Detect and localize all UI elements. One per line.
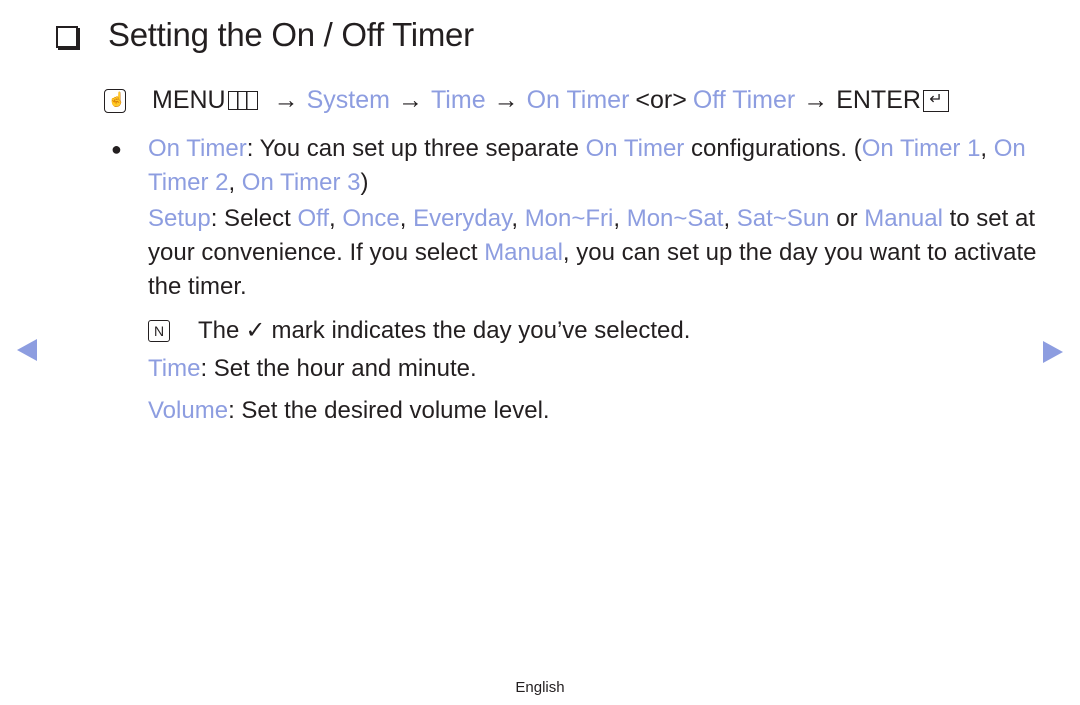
menu-label: MENU bbox=[152, 86, 226, 114]
previous-page-arrow-icon[interactable] bbox=[17, 339, 37, 361]
volume-item: Volume: Set the desired volume level. bbox=[148, 397, 550, 424]
setup-paragraph: Setup: Select Off, Once, Everyday, Mon~F… bbox=[148, 205, 1037, 300]
on-timer-paragraph: On Timer: You can set up three separate … bbox=[148, 135, 1026, 196]
footer-language: English bbox=[515, 679, 565, 696]
menu-path: MENU → System → Time → On Timer <or> Off… bbox=[104, 86, 949, 115]
checkbox-square-icon bbox=[56, 26, 78, 48]
arrow: → bbox=[397, 86, 423, 114]
arrow: → bbox=[493, 86, 519, 114]
page-title: Setting the On / Off Timer bbox=[108, 16, 474, 53]
enter-label: ENTER bbox=[836, 86, 921, 114]
note: N The ✓ mark indicates the day you’ve se… bbox=[148, 314, 1038, 348]
enter-icon: ↵ bbox=[922, 89, 949, 112]
content-body: ● On Timer: You can set up three separat… bbox=[111, 132, 1038, 428]
time-item: Time: Set the hour and minute. bbox=[148, 355, 477, 382]
menu-grid-icon bbox=[227, 91, 258, 110]
path-or: <or> bbox=[635, 86, 687, 114]
path-system: System bbox=[306, 86, 390, 114]
arrow: → bbox=[803, 86, 829, 114]
path-off-timer: Off Timer bbox=[692, 86, 796, 114]
om-remote-icon bbox=[104, 88, 126, 113]
path-on-timer: On Timer bbox=[526, 86, 630, 114]
bullet-icon: ● bbox=[111, 139, 122, 159]
arrow: → bbox=[273, 86, 299, 114]
path-time: Time bbox=[430, 86, 486, 114]
note-icon: N bbox=[148, 320, 170, 342]
checkmark-icon: ✓ bbox=[245, 317, 266, 344]
section-heading: Setting the On / Off Timer bbox=[56, 16, 474, 54]
next-page-arrow-icon[interactable] bbox=[1043, 341, 1063, 363]
